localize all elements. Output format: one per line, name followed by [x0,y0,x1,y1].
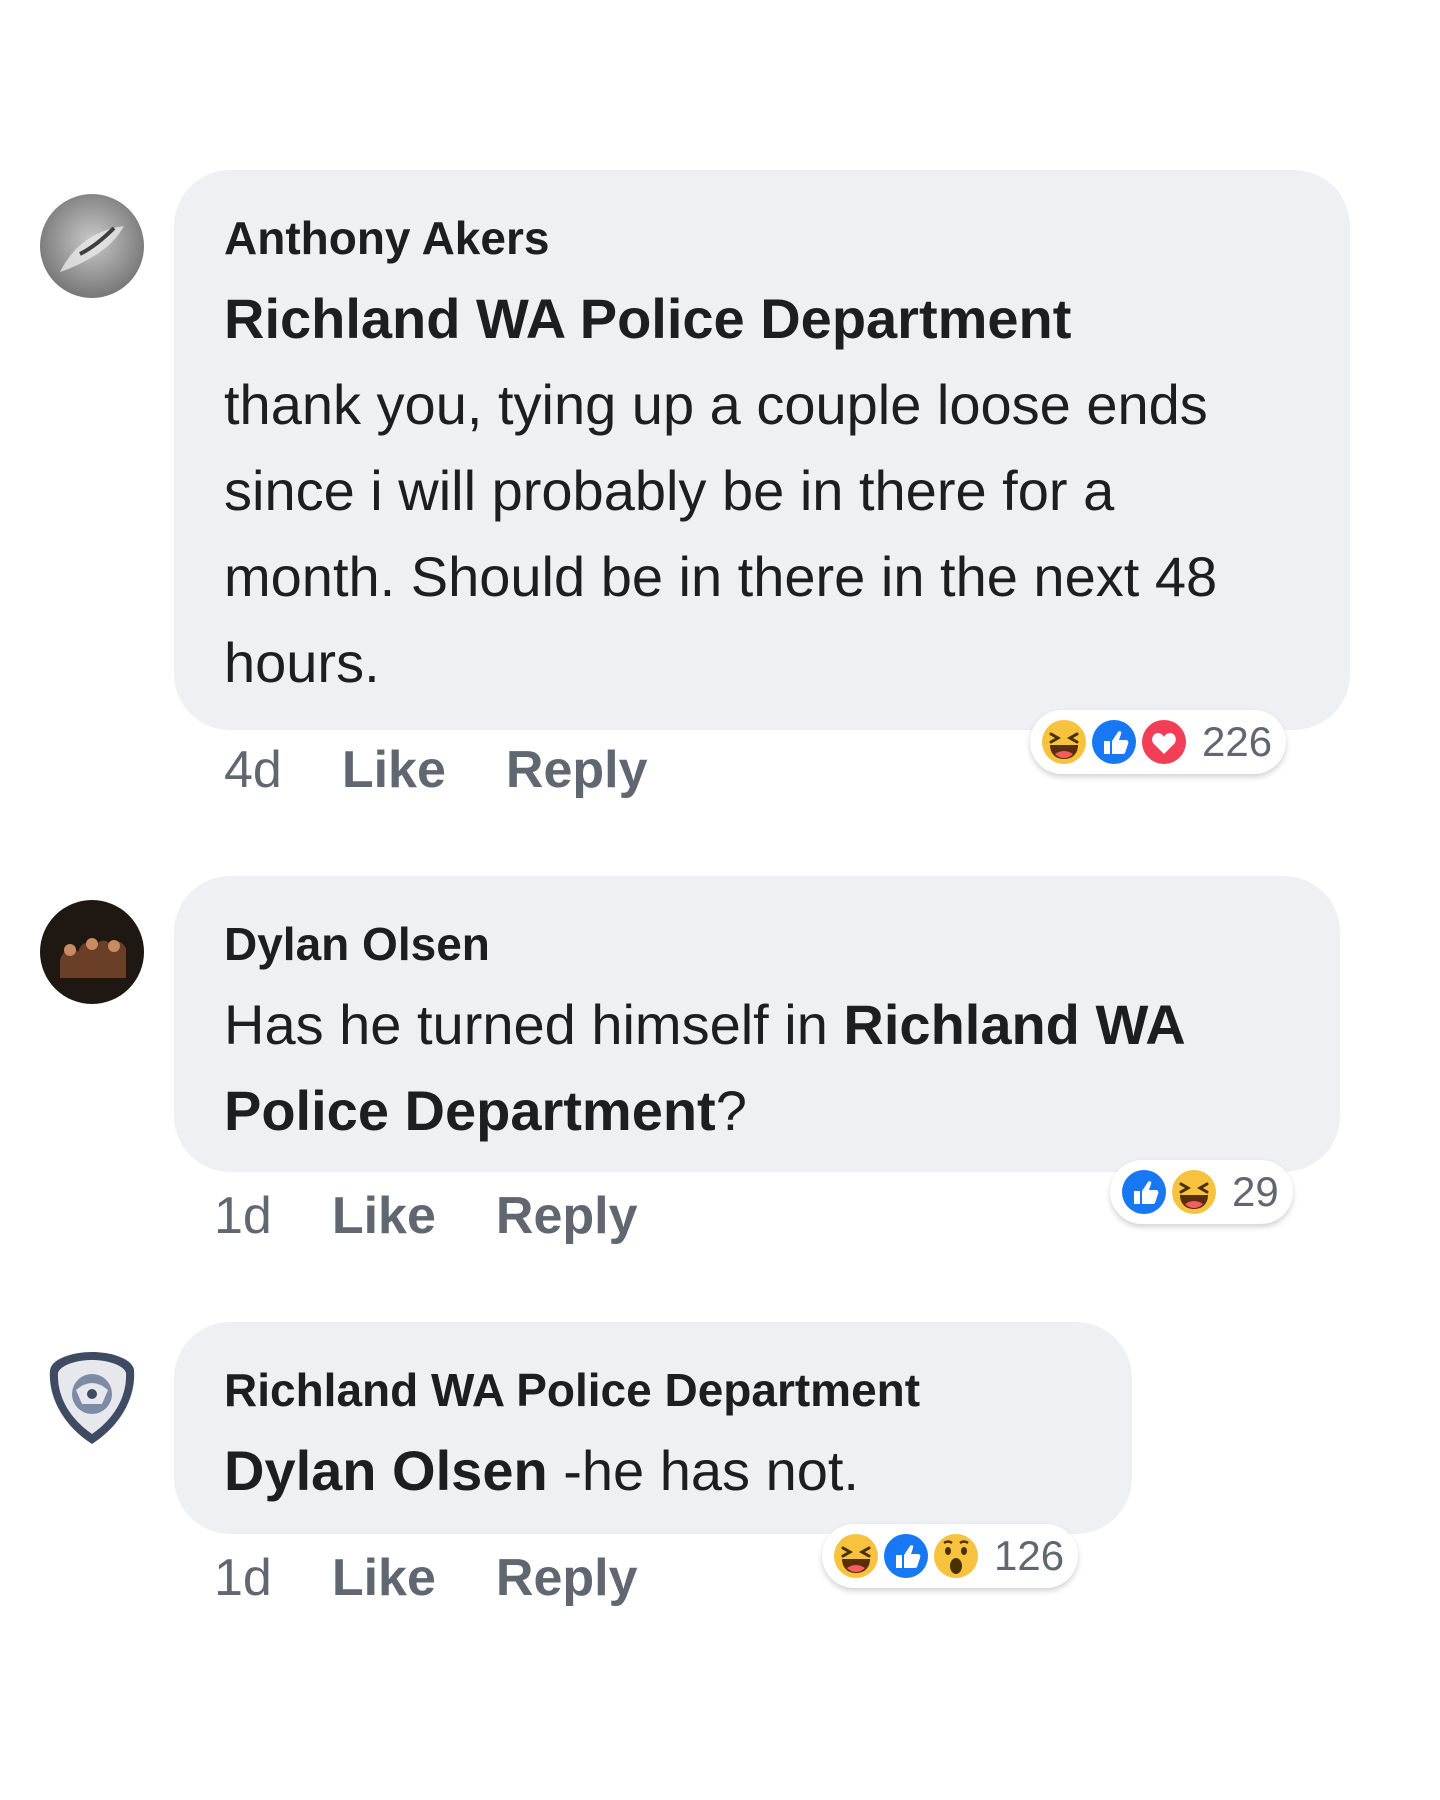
avatar-anthony-akers[interactable] [40,194,144,298]
reply-button[interactable]: Reply [496,1548,638,1608]
haha-icon [1166,1164,1222,1220]
comment-actions: 4d Like Reply [224,740,648,800]
love-icon [1136,714,1192,770]
reaction-count: 29 [1232,1168,1279,1215]
like-icon [1086,714,1142,770]
avatar-police-badge[interactable] [40,1346,144,1450]
comment-bubble: Anthony Akers Richland WA Police Departm… [174,170,1350,730]
comment-author[interactable]: Richland WA Police Department [224,1362,1082,1418]
reaction-count: 226 [1202,718,1273,765]
avatar-dylan-olsen[interactable] [40,900,144,1004]
comment-time[interactable]: 4d [224,740,282,800]
comment-bubble: Richland WA Police Department Dylan Olse… [174,1322,1132,1534]
wow-icon [928,1528,984,1584]
reaction-count: 126 [994,1532,1065,1579]
comment-body-prefix: Has he turned himself in [224,993,844,1056]
like-button[interactable]: Like [332,1186,436,1246]
comment-actions: 1d Like Reply [214,1548,638,1608]
reply-button[interactable]: Reply [496,1186,638,1246]
like-button[interactable]: Like [342,740,446,800]
comment-time[interactable]: 1d [214,1548,272,1608]
reactions-summary[interactable]: 126 [822,1524,1079,1588]
mention-link[interactable]: Dylan Olsen [224,1439,548,1502]
reactions-summary[interactable]: 226 [1030,710,1287,774]
comment-text: Has he turned himself in Richland WA Pol… [224,982,1290,1154]
reactions-summary[interactable]: 29 [1110,1160,1293,1224]
mention-link[interactable]: Richland WA Police Department [224,287,1071,350]
comment-time[interactable]: 1d [214,1186,272,1246]
comment-author[interactable]: Anthony Akers [224,210,1300,266]
comment-body: thank you, tying up a couple loose ends … [224,373,1218,694]
comment-bubble: Dylan Olsen Has he turned himself in Ric… [174,876,1340,1172]
comment-body-suffix: ? [715,1079,747,1142]
haha-icon [828,1528,884,1584]
like-button[interactable]: Like [332,1548,436,1608]
comment-author[interactable]: Dylan Olsen [224,916,1290,972]
comment-text: Richland WA Police Department thank you,… [224,276,1300,706]
comment-text: Dylan Olsen -he has not. [224,1428,1082,1514]
comment-actions: 1d Like Reply [214,1186,638,1246]
like-icon [878,1528,934,1584]
haha-icon [1036,714,1092,770]
comment-body: -he has not. [547,1439,859,1502]
like-icon [1116,1164,1172,1220]
reply-button[interactable]: Reply [506,740,648,800]
